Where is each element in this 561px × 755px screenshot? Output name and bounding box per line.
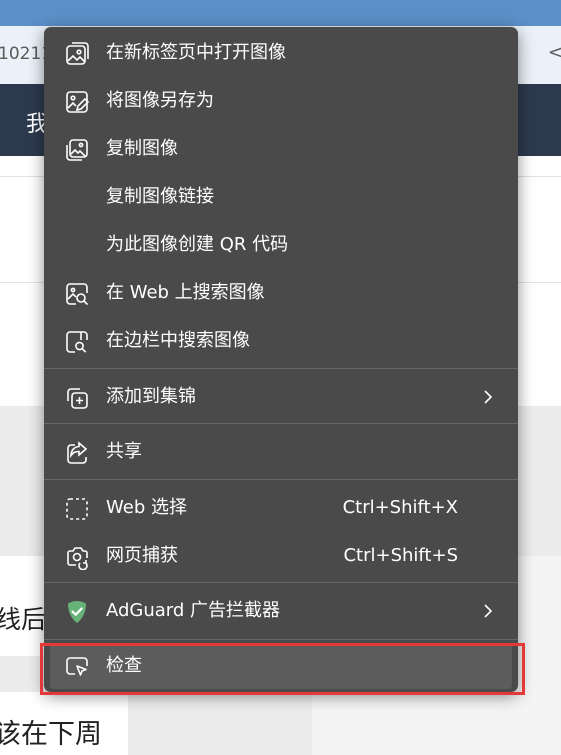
page-text: 该在下周 xyxy=(0,719,102,750)
chevron-right-icon xyxy=(482,388,494,406)
menu-item-label: 为此图像创建 QR 代码 xyxy=(106,234,289,255)
menu-item-web-select[interactable]: Web 选择 Ctrl+Shift+X xyxy=(50,485,512,531)
web-capture-icon xyxy=(64,544,90,570)
menu-item-open-image-new-tab[interactable]: 在新标签页中打开图像 xyxy=(50,30,512,76)
menu-item-label: 添加到集锦 xyxy=(106,386,196,407)
menu-item-label: AdGuard 广告拦截器 xyxy=(106,600,281,621)
context-menu: 在新标签页中打开图像 将图像另存为 复制图像 复制图像链接 为此图像创建 QR … xyxy=(44,27,518,692)
sidebar-search-icon xyxy=(64,329,90,355)
menu-item-create-qr-code[interactable]: 为此图像创建 QR 代码 xyxy=(50,222,512,268)
menu-item-copy-image-link[interactable]: 复制图像链接 xyxy=(50,174,512,220)
menu-item-label: 共享 xyxy=(106,441,142,462)
menu-item-label: 在 Web 上搜索图像 xyxy=(106,282,265,303)
menu-item-copy-image[interactable]: 复制图像 xyxy=(50,126,512,172)
menu-item-search-image-web[interactable]: 在 Web 上搜索图像 xyxy=(50,270,512,316)
menu-item-shortcut: Ctrl+Shift+S xyxy=(343,545,458,566)
menu-item-label: 在边栏中搜索图像 xyxy=(106,330,250,351)
browser-title-bar xyxy=(0,0,561,26)
menu-item-shortcut: Ctrl+Shift+X xyxy=(342,497,458,518)
menu-separator xyxy=(44,639,518,640)
open-image-new-tab-icon xyxy=(64,41,90,67)
menu-item-save-image[interactable]: 将图像另存为 xyxy=(50,78,512,124)
menu-item-inspect[interactable]: 检查 xyxy=(50,643,512,689)
menu-item-label: 检查 xyxy=(106,655,142,676)
menu-item-search-sidebar[interactable]: 在边栏中搜索图像 xyxy=(50,318,512,364)
web-select-icon xyxy=(64,496,90,522)
menu-separator xyxy=(44,479,518,480)
menu-item-label: 在新标签页中打开图像 xyxy=(106,42,286,63)
save-image-icon xyxy=(64,89,90,115)
menu-item-share[interactable]: 共享 xyxy=(50,429,512,475)
menu-item-label: Web 选择 xyxy=(106,497,187,518)
menu-item-add-to-collections[interactable]: 添加到集锦 xyxy=(50,374,512,420)
menu-separator xyxy=(44,368,518,369)
menu-item-web-capture[interactable]: 网页捕获 Ctrl+Shift+S xyxy=(50,533,512,579)
search-image-web-icon xyxy=(64,281,90,307)
menu-separator xyxy=(44,423,518,424)
menu-item-label: 复制图像链接 xyxy=(106,186,214,207)
share-icon xyxy=(64,440,90,466)
menu-item-label: 复制图像 xyxy=(106,138,178,159)
menu-item-label: 将图像另存为 xyxy=(106,90,214,111)
inspect-icon xyxy=(64,654,90,680)
address-bar-url-end: < xyxy=(547,42,561,63)
menu-item-adguard[interactable]: AdGuard 广告拦截器 xyxy=(50,588,512,634)
adguard-shield-icon xyxy=(64,599,90,625)
add-to-collections-icon xyxy=(64,385,90,411)
menu-separator xyxy=(44,582,518,583)
chevron-right-icon xyxy=(482,602,494,620)
menu-item-label: 网页捕获 xyxy=(106,545,178,566)
copy-image-icon xyxy=(64,137,90,163)
